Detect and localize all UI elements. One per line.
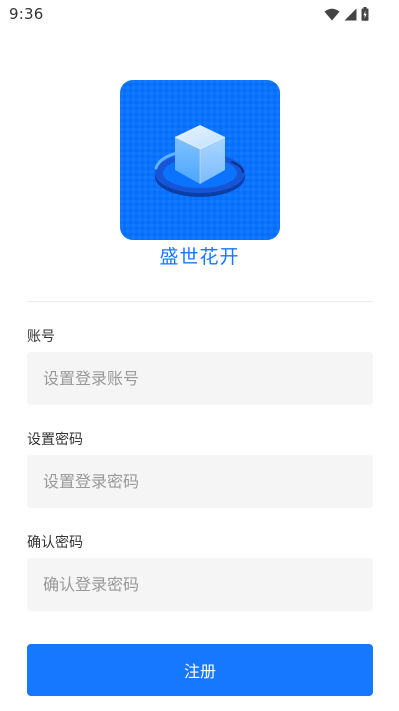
status-icons	[324, 6, 369, 22]
account-input[interactable]	[27, 352, 373, 405]
cellular-signal-icon	[344, 8, 357, 21]
confirm-password-label: 确认密码	[27, 535, 83, 551]
confirm-password-input[interactable]	[27, 558, 373, 611]
cube-logo-icon	[120, 80, 280, 240]
battery-charging-icon	[361, 7, 369, 21]
app-logo	[120, 80, 280, 240]
password-input[interactable]	[27, 455, 373, 508]
wifi-icon	[324, 8, 340, 21]
status-bar: 9:36	[0, 0, 399, 28]
status-time: 9:36	[9, 5, 44, 23]
divider	[27, 301, 373, 302]
account-label: 账号	[27, 329, 55, 345]
register-button[interactable]: 注册	[27, 644, 373, 696]
password-label: 设置密码	[27, 432, 83, 448]
app-name: 盛世花开	[159, 246, 240, 268]
